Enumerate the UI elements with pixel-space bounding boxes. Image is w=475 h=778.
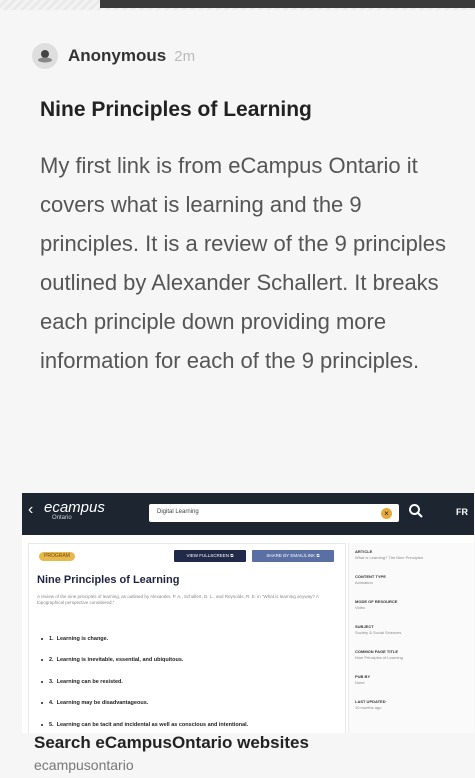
meta-value: Video [355, 605, 366, 610]
avatar-icon [32, 43, 58, 69]
list-item: 5. Learning can be tacit and incidental a… [41, 714, 341, 733]
bullet-icon [41, 702, 43, 705]
principle-number: 5. [49, 721, 54, 728]
list-item: 1. Learning is change. [41, 628, 341, 650]
meta-item: COMMON PAGE TITLE Nine Principles of Lear… [355, 649, 471, 674]
principle-text: Learning is change. [56, 635, 109, 642]
list-item: 2. Learning is inevitable, essential, and… [41, 650, 341, 672]
meta-value: Animation [355, 580, 373, 585]
meta-label: COMMON PAGE TITLE [355, 649, 399, 654]
post-body: My first link is from eCampus Ontario it… [40, 153, 446, 373]
back-icon: ‹ [28, 501, 34, 518]
ecampus-search-input: Digital Learning × [149, 504, 399, 522]
top-strip [0, 0, 475, 10]
ecampus-header: ‹ ecampus Ontario Digital Learning × FR [22, 493, 474, 535]
clear-icon: × [381, 508, 392, 519]
meta-value: Society & Social Sciences [355, 630, 402, 635]
post-card[interactable]: Anonymous 2m Nine Principles of Learning… [0, 10, 475, 778]
meta-item: MODE OF RESOURCE Video [355, 599, 471, 624]
search-icon [409, 504, 423, 518]
principle-number: 4. [49, 700, 54, 707]
principles-list: 1. Learning is change. 2. Learning is inev… [41, 628, 341, 733]
principle-number: 3. [49, 678, 54, 685]
author-name: Anonymous [68, 46, 167, 65]
program-badge: PROGRAM [39, 552, 75, 561]
bullet-icon [41, 723, 43, 726]
meta-label: SUBJECT [355, 624, 374, 629]
principle-number: 1. [49, 635, 54, 642]
meta-value: 10 months ago [355, 705, 382, 710]
principle-text: Learning can be tacit and incidental as … [56, 721, 249, 728]
meta-item: CONTENT TYPE Animation [355, 574, 471, 599]
meta-value: Nine Principles of Learning [355, 655, 403, 660]
meta-label: MODE OF RESOURCE [355, 599, 398, 604]
meta-label: PUB BY [355, 674, 371, 679]
bullet-icon [41, 659, 43, 662]
principle-text: Learning may be disadvantageous. [56, 700, 149, 707]
ecampus-note: A review of the nine principles of learn… [37, 594, 319, 605]
bullet-icon [41, 680, 43, 683]
ecampus-main-panel: PROGRAM VIEW FULLSCREEN ⧉ SHARE BY EMAIL… [28, 543, 346, 733]
post-title: Nine Principles of Learning [40, 98, 312, 121]
link-domain: ecampusontario [34, 757, 134, 773]
meta-label: CONTENT TYPE [355, 574, 386, 579]
meta-value: What is Learning? The Nine Principles [355, 555, 423, 560]
post-time: 2m [174, 47, 196, 65]
view-fullscreen-button: VIEW FULLSCREEN ⧉ [174, 550, 246, 562]
language-toggle: FR [456, 507, 468, 517]
meta-value: None [355, 680, 365, 685]
meta-list: ARTICLE What is Learning? The Nine Princi… [355, 549, 471, 724]
ecampus-sidebar: ARTICLE What is Learning? The Nine Princi… [348, 543, 474, 733]
bullet-icon [41, 637, 43, 640]
meta-label: LAST UPDATED [355, 699, 386, 704]
list-item: 4. Learning may be disadvantageous. [41, 693, 341, 715]
principle-number: 2. [49, 657, 54, 664]
principle-text: Learning is inevitable, essential, and u… [56, 657, 184, 664]
search-value: Digital Learning [157, 509, 199, 515]
top-dark-bar [100, 0, 475, 8]
ecampus-logo-sub: Ontario [52, 515, 72, 521]
meta-item: PUB BY None [355, 674, 471, 699]
ecampus-logo: ecampus [44, 499, 105, 516]
share-button: SHARE BY EMAIL/LINK ⧉ [252, 550, 334, 562]
meta-label: ARTICLE [355, 549, 373, 554]
link-title[interactable]: Search eCampusOntario websites [34, 733, 309, 753]
list-item: 3. Learning can be resisted. [41, 671, 341, 693]
meta-item: ARTICLE What is Learning? The Nine Princi… [355, 549, 471, 574]
meta-item: SUBJECT Society & Social Sciences [355, 624, 471, 649]
post-author: Anonymous 2m [32, 40, 195, 72]
link-preview-image[interactable]: ‹ ecampus Ontario Digital Learning × FR … [22, 493, 474, 733]
ecampus-heading: Nine Principles of Learning [37, 574, 180, 586]
principle-text: Learning can be resisted. [56, 678, 123, 685]
meta-item: LAST UPDATED 10 months ago [355, 699, 471, 724]
